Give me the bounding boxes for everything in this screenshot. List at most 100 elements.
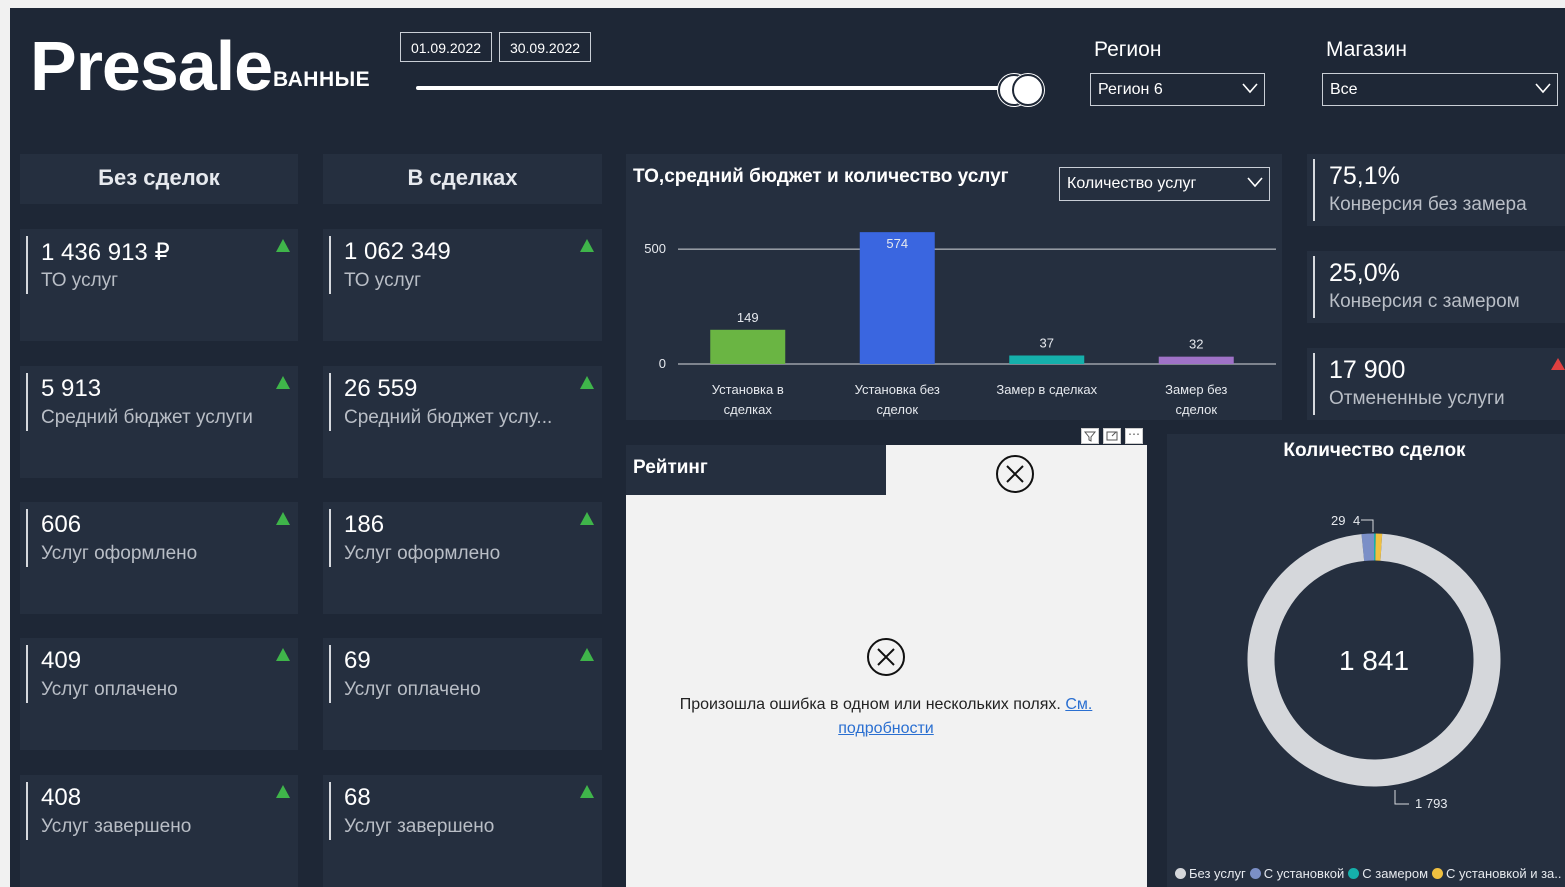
card-accent-bar: [26, 782, 28, 840]
region-dropdown[interactable]: Регион 6: [1090, 73, 1265, 106]
chevron-down-icon: [1247, 177, 1263, 188]
rating-title-bar: Рейтинг: [626, 445, 886, 495]
kpi-value: 75,1%: [1329, 162, 1400, 190]
x-tick-label: Замер без: [1165, 382, 1227, 397]
y-tick-label: 500: [644, 241, 666, 256]
card-label: Услуг завершено: [41, 816, 192, 837]
down-trend-icon: [1551, 358, 1565, 370]
donut-label: 4: [1353, 513, 1360, 528]
kpi-card: 25,0% Конверсия с замером: [1307, 251, 1565, 323]
x-tick-label: сделках: [724, 402, 773, 417]
legend-item[interactable]: С установкой: [1249, 866, 1344, 881]
store-value: Все: [1330, 81, 1358, 98]
card-label: Услуг оформлено: [41, 543, 198, 564]
up-trend-icon: [580, 239, 594, 252]
in-deals-card: 1 062 349 ТО услуг: [323, 229, 602, 341]
error-message: Произошла ошибка в одном или нескольких …: [646, 693, 1126, 741]
no-deals-card: 606 Услуг оформлено: [20, 502, 298, 614]
card-value: 409: [41, 647, 82, 674]
kpi-accent-bar: [1313, 353, 1315, 415]
store-dropdown[interactable]: Все: [1322, 73, 1558, 106]
card-value: 5 913: [41, 375, 102, 402]
card-label: ТО услуг: [41, 270, 119, 291]
card-label: Средний бюджет услу...: [344, 407, 553, 428]
date-slider-end-handle[interactable]: [1012, 74, 1044, 106]
kpi-card: 17 900 Отмененные услуги: [1307, 348, 1565, 420]
bar: [1158, 356, 1234, 364]
kpi-accent-bar: [1313, 159, 1315, 221]
filter-icon[interactable]: [1081, 428, 1099, 444]
legend-item[interactable]: С установкой и за..: [1432, 866, 1561, 881]
kpi-value: 25,0%: [1329, 259, 1400, 287]
kpi-card: 75,1% Конверсия без замера: [1307, 154, 1565, 226]
measure-dropdown[interactable]: Количество услуг: [1059, 167, 1270, 201]
focus-mode-icon[interactable]: [1103, 428, 1121, 444]
no-deals-card: 408 Услуг завершено: [20, 775, 298, 887]
legend-item[interactable]: Без услуг: [1175, 866, 1246, 881]
measure-dropdown-value: Количество услуг: [1067, 175, 1197, 192]
report-subtitle: ВАННЫЕ: [273, 68, 371, 91]
bar-chart-panel: ТО,средний бюджет и количество услуг Кол…: [626, 154, 1282, 420]
close-icon[interactable]: [994, 453, 1036, 495]
date-end-input[interactable]: 30.09.2022: [499, 32, 591, 62]
up-trend-icon: [276, 785, 290, 798]
kpi-accent-bar: [1313, 256, 1315, 318]
donut-slice: [1361, 533, 1375, 562]
error-details-link-part-1[interactable]: См.: [1065, 696, 1092, 713]
card-value: 68: [344, 784, 371, 811]
x-tick-label: Установка в: [712, 382, 784, 397]
legend-swatch: [1175, 868, 1186, 879]
card-accent-bar: [26, 236, 28, 294]
card-accent-bar: [329, 645, 331, 703]
in-deals-card: 26 559 Средний бюджет услу...: [323, 366, 602, 478]
donut-legend: Без услуг С установкой С замером С установк…: [1175, 866, 1565, 881]
legend-swatch: [1432, 868, 1444, 879]
date-start-input[interactable]: 01.09.2022: [400, 32, 492, 62]
card-accent-bar: [329, 373, 331, 431]
no-deals-card: 5 913 Средний бюджет услуги: [20, 366, 298, 478]
up-trend-icon: [276, 376, 290, 389]
legend-item[interactable]: С замером: [1348, 866, 1428, 881]
dashboard: Presale ВАННЫЕ 01.09.2022 30.09.2022 Рег…: [10, 8, 1565, 887]
more-options-icon[interactable]: ⋯: [1125, 428, 1143, 444]
error-details-link-part-2[interactable]: подробности: [838, 720, 934, 737]
x-tick-label: Установка без: [855, 382, 940, 397]
leader-line: [1394, 790, 1409, 805]
legend-label: С установкой и за..: [1446, 866, 1562, 881]
card-label: Средний бюджет услуги: [41, 407, 253, 428]
region-label: Регион: [1094, 38, 1162, 61]
column-header-no-deals: Без сделок: [20, 154, 298, 204]
card-value: 1 062 349: [344, 238, 451, 265]
bar: [710, 329, 786, 364]
card-label: Услуг оплачено: [41, 679, 178, 700]
chevron-down-icon: [1242, 83, 1258, 94]
up-trend-icon: [580, 512, 594, 525]
up-trend-icon: [276, 648, 290, 661]
data-label: 37: [1040, 336, 1054, 351]
data-label: 32: [1189, 337, 1203, 352]
no-deals-card: 1 436 913 ₽ ТО услуг: [20, 229, 298, 341]
y-tick-label: 0: [659, 356, 666, 371]
card-value: 26 559: [344, 375, 418, 402]
x-tick-label: Замер в сделках: [996, 382, 1097, 397]
card-label: ТО услуг: [344, 270, 422, 291]
card-accent-bar: [329, 236, 331, 294]
in-deals-card: 69 Услуг оплачено: [323, 638, 602, 750]
donut-panel: Количество сделок 1 841 29 4 1 793 Без услу…: [1167, 434, 1565, 887]
report-title: Presale: [30, 27, 273, 105]
bar: [1009, 355, 1085, 364]
rating-title: Рейтинг: [633, 457, 708, 478]
up-trend-icon: [580, 785, 594, 798]
error-text: Произошла ошибка в одном или нескольких …: [679, 696, 1061, 713]
card-label: Услуг оформлено: [344, 543, 501, 564]
column-header-in-deals: В сделках: [323, 154, 602, 204]
card-value: 1 436 913 ₽: [41, 239, 170, 266]
kpi-label: Конверсия с замером: [1329, 291, 1520, 312]
donut-label: 29: [1331, 513, 1345, 528]
in-deals-card: 68 Услуг завершено: [323, 775, 602, 887]
chevron-down-icon: [1535, 83, 1551, 94]
card-accent-bar: [26, 645, 28, 703]
bar-chart-title: ТО,средний бюджет и количество услуг: [633, 166, 1009, 187]
legend-label: Без услуг: [1189, 866, 1246, 881]
date-slider-track[interactable]: [416, 86, 1012, 90]
